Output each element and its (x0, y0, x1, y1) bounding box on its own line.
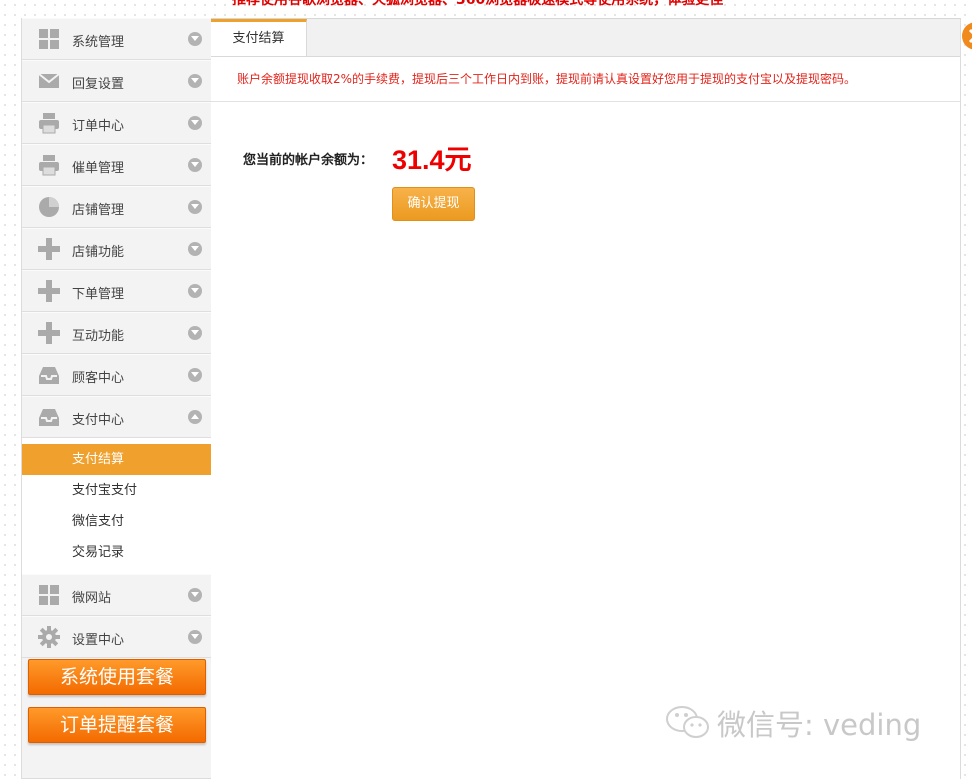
plus-icon (38, 322, 60, 344)
sidebar-item-order-center[interactable]: 订单中心 (22, 102, 212, 144)
sidebar-item-reminder-management[interactable]: 催单管理 (22, 144, 212, 186)
sidebar-item-system[interactable]: 系统管理 (22, 18, 212, 60)
chevron-down-icon (188, 116, 202, 130)
sidebar-item-interaction[interactable]: 互动功能 (22, 312, 212, 354)
chevron-down-icon (188, 368, 202, 382)
pie-chart-icon (38, 196, 60, 218)
sidebar-item-customer-center[interactable]: 顾客中心 (22, 354, 212, 396)
watermark-text: 微信号: veding (717, 708, 922, 742)
sidebar-item-label: 微网站 (72, 591, 112, 606)
grid-icon (38, 28, 60, 50)
printer-icon (38, 154, 60, 176)
browser-recommendation-notice: 推荐使用谷歌浏览器、火狐浏览器、360浏览器极速模式等使用系统，体验更佳 (232, 0, 724, 8)
sidebar-item-ordering-management[interactable]: 下单管理 (22, 270, 212, 312)
submenu-item-alipay[interactable]: 支付宝支付 (22, 475, 212, 506)
chevron-down-icon (188, 32, 202, 46)
sidebar-item-label: 设置中心 (72, 633, 125, 648)
sidebar-item-settings-center[interactable]: 设置中心 (22, 616, 212, 658)
chevron-down-icon (188, 326, 202, 340)
chevron-down-icon (188, 74, 202, 88)
chevron-up-icon (188, 410, 202, 424)
sidebar-item-label: 系统管理 (72, 35, 125, 50)
payment-center-submenu: 支付结算 支付宝支付 微信支付 交易记录 (22, 438, 212, 574)
chevron-down-icon (188, 284, 202, 298)
sidebar-item-payment-center[interactable]: 支付中心 (22, 396, 212, 438)
sidebar-item-label: 催单管理 (72, 161, 125, 176)
sidebar-item-store-management[interactable]: 店铺管理 (22, 186, 212, 228)
tab-bar: 支付结算 (211, 19, 960, 57)
sidebar-item-label: 回复设置 (72, 77, 125, 92)
main-panel: 支付结算 账户余额提现收取2%的手续费，提现后三个工作日内到账，提现前请认真设置… (211, 18, 961, 779)
sidebar-item-label: 支付中心 (72, 413, 125, 428)
chevron-down-icon (188, 200, 202, 214)
sidebar-item-micro-site[interactable]: 微网站 (22, 574, 212, 616)
gear-icon (38, 626, 60, 648)
submenu-item-transaction-records[interactable]: 交易记录 (22, 537, 212, 568)
submenu-item-payment-settlement[interactable]: 支付结算 (22, 444, 212, 475)
envelope-icon (38, 70, 60, 92)
sidebar-item-label: 顾客中心 (72, 371, 125, 386)
inbox-icon (38, 364, 60, 386)
tab-payment-settlement[interactable]: 支付结算 (211, 19, 307, 56)
sidebar-item-label: 订单中心 (72, 119, 125, 134)
sidebar-item-label: 店铺功能 (72, 245, 125, 260)
chevron-down-icon (188, 630, 202, 644)
plus-icon (38, 280, 60, 302)
system-package-button[interactable]: 系统使用套餐 (28, 659, 206, 695)
sidebar-item-reply-settings[interactable]: 回复设置 (22, 60, 212, 102)
plus-icon (38, 238, 60, 260)
sidebar: 系统管理 回复设置 订单中心 催单管理 店铺管理 店铺功能 下单管理 互动功能 … (21, 18, 213, 779)
sidebar-item-label: 店铺管理 (72, 203, 125, 218)
confirm-withdraw-button[interactable]: 确认提现 (392, 187, 475, 221)
sidebar-item-label: 互动功能 (72, 329, 125, 344)
withdrawal-notice: 账户余额提现收取2%的手续费，提现后三个工作日内到账，提现前请认真设置好您用于提… (211, 57, 960, 102)
sidebar-item-label: 下单管理 (72, 287, 125, 302)
chevron-down-icon (188, 588, 202, 602)
grid-icon (38, 584, 60, 606)
sidebar-item-store-features[interactable]: 店铺功能 (22, 228, 212, 270)
balance-label: 您当前的帐户余额为： (243, 153, 374, 168)
submenu-item-wechat-pay[interactable]: 微信支付 (22, 506, 212, 537)
printer-icon (38, 112, 60, 134)
order-reminder-package-button[interactable]: 订单提醒套餐 (28, 707, 206, 743)
inbox-icon (38, 406, 60, 428)
chevron-down-icon (188, 242, 202, 256)
wechat-logo-icon (665, 704, 711, 744)
close-icon[interactable] (962, 22, 972, 50)
chevron-down-icon (188, 158, 202, 172)
balance-value: 31.4元 (392, 145, 472, 175)
